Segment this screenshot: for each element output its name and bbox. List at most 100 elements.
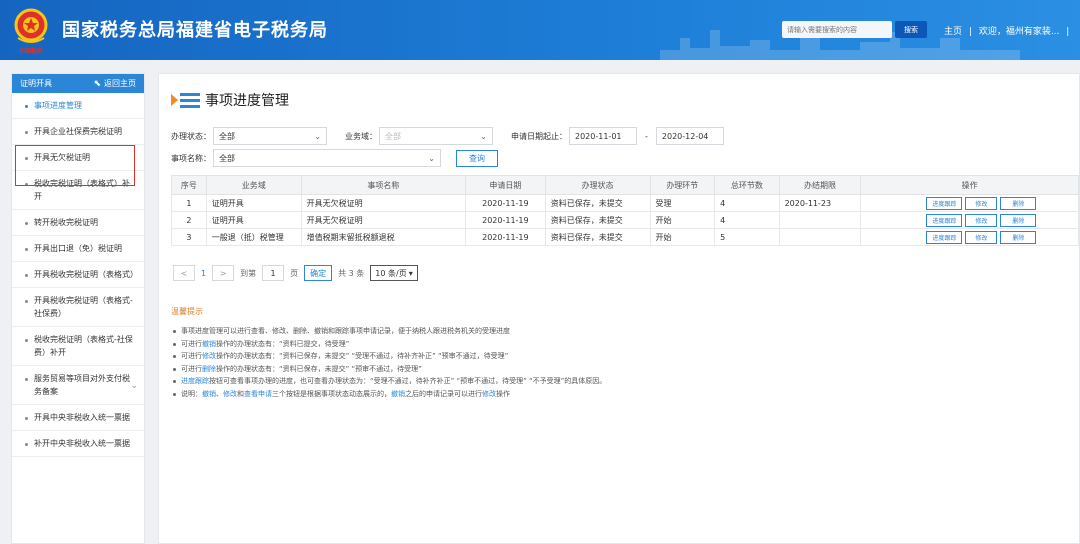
edit-button[interactable]: 修改	[965, 196, 998, 210]
sidebar-item-tax-cert-table[interactable]: 开具税收完税证明（表格式）	[12, 262, 144, 288]
sidebar-item-label: 税收完税证明（表格式-社保费）补开	[34, 335, 133, 357]
tip-link[interactable]: 修改	[482, 390, 496, 398]
tip-item: 说明：撤销、修改和查看申请三个按钮是根据事项状态动态展示的，撤销之后的申请记录可…	[171, 388, 606, 401]
cell-no: 3	[171, 228, 207, 246]
cell-stage: 受理	[649, 194, 716, 212]
cell-domain: 证明开具	[205, 194, 302, 212]
sidebar-item-social-security-cert[interactable]: 开具企业社保费完税证明	[12, 119, 144, 145]
table-header-row: 序号 业务域 事项名称 申请日期 办理状态 办理环节 总环节数 办结期限 操作	[171, 175, 1079, 195]
tip-text: 事项进度管理可以进行查看、修改、删除、撤销和跟踪事项申请记录，便于纳税人跟进税务…	[181, 327, 510, 335]
edit-button[interactable]: 修改	[965, 230, 998, 244]
tip-text: 操作的办理状态有：“资料已提交，待受理”	[216, 339, 350, 348]
goto-label: 到第	[240, 268, 257, 278]
page-size-select[interactable]: 10 条/页 ▾	[370, 265, 418, 281]
sidebar-item-label: 开具中央非税收入统一票据	[34, 413, 130, 422]
domain-select-value: 全部	[385, 131, 401, 141]
track-progress-button[interactable]: 进度跟踪	[926, 196, 963, 210]
edit-button[interactable]: 修改	[965, 213, 998, 227]
sidebar-item-label: 补开中央非税收入统一票据	[34, 439, 130, 448]
status-filter-label: 办理状态：	[171, 131, 211, 141]
tip-link[interactable]: 修改	[223, 390, 237, 398]
sidebar-item-label: 开具出口退（免）税证明	[34, 244, 122, 253]
tip-text: 可进行	[181, 352, 202, 360]
prev-page-button[interactable]: <	[173, 265, 195, 281]
delete-button[interactable]: 删除	[1000, 213, 1037, 227]
list-menu-icon	[171, 93, 200, 108]
tip-link[interactable]: 撤销	[391, 390, 405, 398]
query-button[interactable]: 查询	[456, 149, 498, 167]
page-size-value: 10 条/页	[375, 268, 407, 278]
tip-item: 可进行修改操作的办理状态有：“资料已保存，未提交” “受理不通过，待补齐补正” …	[171, 350, 606, 363]
sidebar-item-central-nontax-reissue[interactable]: 补开中央非税收入统一票据	[12, 431, 144, 457]
status-select[interactable]: 全部 ⌄	[213, 127, 327, 145]
sidebar-item-label: 开具税收完税证明（表格式）	[34, 270, 138, 279]
cell-name: 开具无欠税证明	[300, 194, 466, 212]
sidebar-item-transfer-tax-cert[interactable]: 转开税收完税证明	[12, 210, 144, 236]
tip-text: 按钮可查看事项办理的进度，也可查看办理状态为：“受理不通过，待补齐补正” “预审…	[209, 377, 607, 385]
cell-domain: 一般退（抵）税管理	[205, 228, 302, 246]
current-page[interactable]: 1	[201, 269, 206, 278]
cell-total: 5	[714, 228, 780, 246]
sidebar-item-central-nontax-bill[interactable]: 开具中央非税收入统一票据	[12, 405, 144, 431]
tip-link[interactable]: 修改	[202, 352, 216, 360]
back-arrow-icon: ⬉	[93, 78, 101, 89]
track-progress-button[interactable]: 进度跟踪	[926, 213, 963, 227]
search-input[interactable]	[782, 21, 892, 38]
tip-text: 之后的申请记录可以进行	[405, 389, 482, 398]
home-link[interactable]: 主页	[944, 27, 962, 37]
table-row: 2 证明开具 开具无欠税证明 2020-11-19 资料已保存，未提交 开始 4…	[171, 211, 1079, 229]
back-home-link[interactable]: ⬉ 返回主页	[93, 78, 136, 89]
welcome-user[interactable]: 欢迎，福州有家装...	[979, 27, 1060, 37]
delete-button[interactable]: 删除	[1000, 196, 1037, 210]
cell-date: 2020-11-19	[464, 211, 546, 229]
tip-link[interactable]: 删除	[202, 365, 216, 373]
date-from-input[interactable]: 2020-11-01	[569, 127, 637, 145]
tip-link[interactable]: 撤销	[202, 340, 216, 348]
header-links: 主页 | 欢迎，福州有家装... |	[944, 24, 1073, 37]
cell-ops: 进度跟踪 修改 删除	[860, 211, 1079, 229]
sidebar-item-tax-cert-social-reissue[interactable]: 税收完税证明（表格式-社保费）补开	[12, 327, 144, 366]
filter-row-1: 办理状态： 全部 ⌄ 业务域： 全部 ⌄ 申请日期起止： 2020-11-01 …	[171, 127, 724, 145]
goto-page-input[interactable]: 1	[262, 265, 285, 281]
sidebar-item-export-refund-cert[interactable]: 开具出口退（免）税证明	[12, 236, 144, 262]
search-button[interactable]: 搜索	[895, 21, 927, 38]
tip-link[interactable]: 撤销	[202, 390, 216, 398]
item-select-value: 全部	[219, 153, 235, 163]
chevron-down-icon: ⌄	[130, 381, 138, 391]
tip-text: 可进行	[181, 364, 202, 373]
cell-name: 增值税期末留抵税额退税	[300, 228, 466, 246]
cell-name: 开具无欠税证明	[300, 211, 466, 229]
chevron-down-icon: ⌄	[314, 131, 321, 141]
sidebar-item-progress[interactable]: 事项进度管理	[12, 93, 144, 119]
col-header: 事项名称	[300, 175, 466, 195]
delete-button[interactable]: 删除	[1000, 230, 1037, 244]
header-separator: |	[968, 27, 972, 37]
tip-text: 和	[237, 389, 244, 398]
sidebar-item-label: 事项进度管理	[34, 101, 82, 110]
tip-text: 操作的办理状态有：“资料已保存，未提交” “受理不通过，待补齐补正” “预审不通…	[216, 352, 509, 360]
col-header: 总环节数	[714, 175, 780, 195]
tip-text: 、	[216, 389, 223, 398]
tip-item: 可进行撤销操作的办理状态有：“资料已提交，待受理”	[171, 338, 606, 351]
goto-confirm-button[interactable]: 确定	[304, 265, 333, 281]
tip-item: 可进行删除操作的办理状态有：“资料已保存，未提交” “预审不通过，待受理”	[171, 363, 606, 376]
sidebar-item-tax-cert-social[interactable]: 开具税收完税证明（表格式-社保费）	[12, 288, 144, 327]
sidebar-item-service-trade-filing[interactable]: 服务贸易等项目对外支付税务备案 ⌄	[12, 366, 144, 405]
track-progress-button[interactable]: 进度跟踪	[926, 230, 963, 244]
chevron-down-icon: ⌄	[480, 131, 487, 141]
domain-select[interactable]: 全部 ⌄	[379, 127, 493, 145]
cell-status: 资料已保存，未提交	[544, 194, 651, 212]
next-page-button[interactable]: >	[212, 265, 235, 281]
item-select[interactable]: 全部 ⌄	[213, 149, 441, 167]
col-header: 序号	[171, 175, 207, 195]
cell-ops: 进度跟踪 修改 删除	[860, 228, 1079, 246]
date-to-input[interactable]: 2020-12-04	[655, 127, 724, 145]
tip-link[interactable]: 查看申请	[244, 390, 272, 398]
sidebar-item-label: 开具企业社保费完税证明	[34, 127, 122, 136]
total-count: 共 3 条	[338, 268, 365, 278]
sidebar: 证明开具 ⬉ 返回主页 事项进度管理 开具企业社保费完税证明 开具无欠税证明 税…	[11, 73, 145, 544]
page-heading: 事项进度管理	[171, 90, 289, 110]
tip-link[interactable]: 进度跟踪	[181, 377, 209, 385]
cell-status: 资料已保存，未提交	[544, 211, 651, 229]
cell-date: 2020-11-19	[464, 194, 546, 212]
